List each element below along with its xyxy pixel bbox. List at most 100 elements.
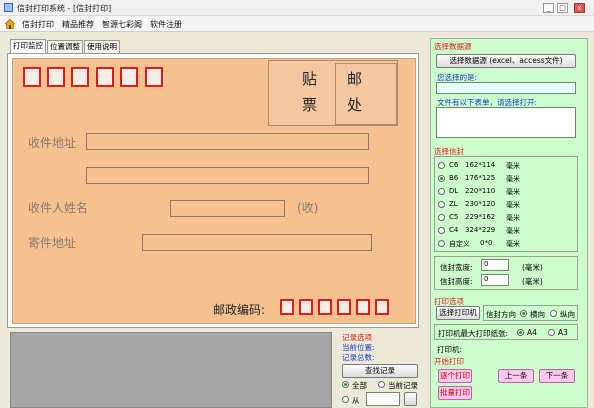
envelope-width-input[interactable]: 0: [481, 259, 509, 271]
envelope-radio[interactable]: [438, 162, 445, 169]
all-records-radio[interactable]: [342, 381, 349, 388]
envelope-height-input[interactable]: 0: [481, 274, 509, 286]
paper-a3-label: A3: [558, 328, 568, 337]
total-records-label: 记录总数:: [342, 353, 375, 362]
sender-address-label: 寄件地址: [28, 236, 77, 250]
sender-zip-label: 邮政编码:: [213, 303, 266, 317]
envelope-width-unit: (毫米): [522, 263, 543, 272]
direction-landscape-label: 纵向: [560, 310, 575, 319]
envelope-radio[interactable]: [438, 201, 445, 208]
current-record-label: 当前记录: [388, 381, 418, 390]
sender-zip-box: [299, 299, 313, 315]
selected-source-field: [436, 82, 576, 94]
envelope-code: ZL: [449, 200, 458, 208]
menu-register[interactable]: 软件注册: [150, 19, 182, 30]
recipient-name-field[interactable]: [170, 200, 285, 217]
range-radio[interactable]: [342, 396, 349, 403]
window-title: 信封打印系统 - [信封打印]: [17, 4, 112, 13]
envelope-width-label: 信封宽度:: [440, 263, 473, 272]
current-record-radio[interactable]: [378, 381, 385, 388]
start-print-title: 开始打印: [434, 357, 464, 366]
batch-print-button[interactable]: 批量打印: [438, 386, 472, 400]
envelope-unit: 毫米: [506, 227, 520, 235]
envelope-radio[interactable]: [438, 175, 445, 182]
max-paper-label: 打印机最大打印纸张:: [438, 329, 509, 338]
maximize-button[interactable]: □: [557, 3, 568, 13]
prev-record-button[interactable]: 上一条: [498, 369, 534, 383]
envelope-height-unit: (毫米): [522, 277, 543, 286]
envelope-code: C6: [449, 161, 459, 169]
sender-zip-box: [318, 299, 332, 315]
recipient-zip-box: [47, 67, 65, 87]
tab-position-adjust[interactable]: 位置调整: [47, 40, 83, 53]
recipient-zip-box: [71, 67, 89, 87]
menu-recommend[interactable]: 精品推荐: [62, 19, 94, 30]
recipient-suffix: (收): [297, 201, 319, 215]
postal-area: [335, 63, 397, 125]
range-from-input[interactable]: [366, 392, 400, 406]
postal-label-2: 处: [347, 96, 363, 114]
range-picker-button[interactable]: [404, 392, 417, 406]
paper-a3-radio[interactable]: [548, 329, 555, 336]
envelope-size: 162*114: [465, 161, 496, 169]
home-icon[interactable]: [5, 19, 15, 29]
envelope-size: 0*0: [480, 239, 493, 247]
envelope-unit: 毫米: [506, 188, 520, 196]
select-data-source-button[interactable]: 选择数据源 (excel、access文件): [436, 54, 576, 68]
stamp-label-1: 贴: [302, 70, 318, 88]
stamp-label-2: 票: [302, 96, 318, 114]
find-record-button[interactable]: 查找记录: [342, 364, 418, 378]
envelope-code: C4: [449, 226, 459, 234]
data-preview-area: [10, 332, 332, 408]
envelope-code: DL: [449, 187, 459, 195]
data-source-title: 选择数据源: [434, 42, 472, 51]
tab-print-monitor[interactable]: 打印监控: [10, 39, 46, 53]
recipient-address-label: 收件地址: [28, 136, 77, 150]
recipient-address-field-2[interactable]: [86, 167, 369, 184]
recipient-name-label: 收件人姓名: [28, 201, 89, 215]
menu-zhiyuan[interactable]: 智源七彩阁: [102, 19, 142, 30]
minimize-button[interactable]: _: [543, 3, 554, 13]
range-from-label: 从: [352, 396, 360, 405]
envelope-code: C5: [449, 213, 459, 221]
envelope-unit: 毫米: [506, 240, 520, 248]
recipient-zip-box: [96, 67, 114, 87]
print-one-button[interactable]: 逐个打印: [438, 369, 472, 383]
sender-address-field[interactable]: [142, 234, 372, 251]
recipient-address-field-1[interactable]: [86, 133, 369, 150]
close-button[interactable]: x: [574, 3, 585, 13]
sender-zip-box: [337, 299, 351, 315]
envelope-height-label: 信封高度:: [440, 277, 473, 286]
recipient-zip-box: [23, 67, 41, 87]
paper-a4-radio[interactable]: [517, 329, 524, 336]
select-printer-button[interactable]: 选择打印机: [436, 306, 480, 320]
menu-bar: 信封打印 精品推荐 智源七彩阁 软件注册: [0, 16, 594, 32]
envelope-size: 176*125: [465, 174, 496, 182]
title-bar: 信封打印系统 - [信封打印] _ □ x: [0, 0, 594, 16]
menu-envelope-print[interactable]: 信封打印: [22, 19, 54, 30]
recipient-zip-box: [120, 67, 138, 87]
next-record-button[interactable]: 下一条: [539, 369, 575, 383]
stamp-area: [268, 60, 398, 126]
sender-zip-box: [280, 299, 294, 315]
envelope-size: 220*110: [465, 187, 496, 195]
envelope-code: 自定义: [449, 240, 470, 248]
envelope-unit: 毫米: [506, 214, 520, 222]
envelope-radio[interactable]: [438, 240, 445, 247]
direction-landscape-radio[interactable]: [550, 310, 557, 317]
app-icon: [4, 3, 13, 12]
envelope-radio[interactable]: [438, 214, 445, 221]
envelope-size: 324*229: [465, 226, 496, 234]
envelope-radio[interactable]: [438, 188, 445, 195]
envelope-radio[interactable]: [438, 227, 445, 234]
direction-portrait-label: 横向: [530, 310, 545, 319]
printer-label: 打印机:: [437, 345, 463, 354]
tab-instructions[interactable]: 使用说明: [84, 40, 120, 53]
postal-label-1: 邮: [347, 70, 363, 88]
direction-portrait-radio[interactable]: [520, 310, 527, 317]
paper-a4-label: A4: [527, 328, 537, 337]
sheets-list[interactable]: [436, 107, 576, 138]
sender-zip-box: [356, 299, 370, 315]
envelope-unit: 毫米: [506, 162, 520, 170]
envelope-size: 230*120: [465, 200, 496, 208]
